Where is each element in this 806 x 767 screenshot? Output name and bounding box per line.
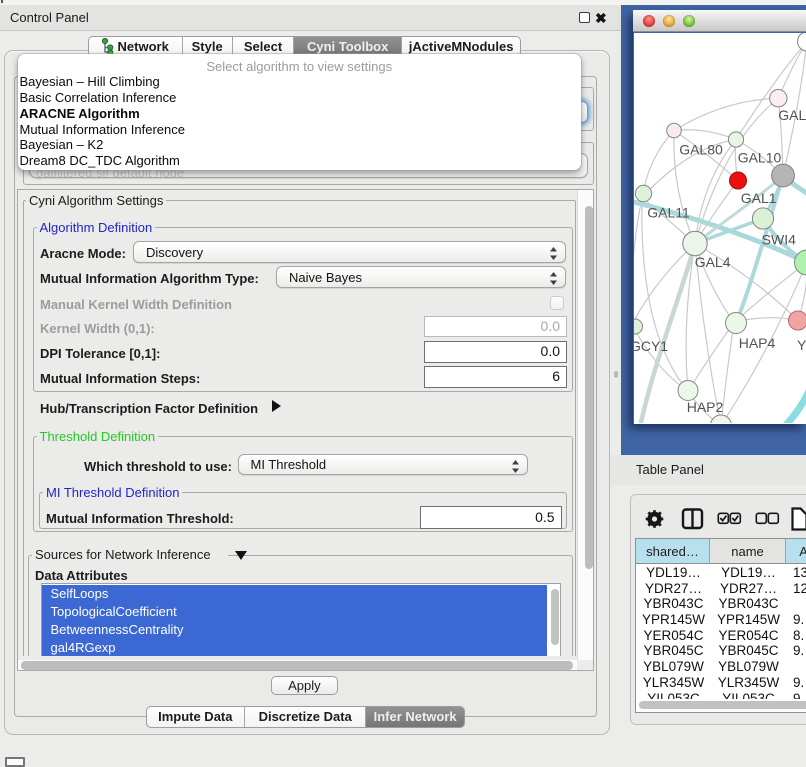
svg-text:GCY1: GCY1: [634, 338, 668, 354]
svg-text:GAL80: GAL80: [679, 141, 723, 157]
svg-text:HAP4: HAP4: [739, 335, 776, 351]
svg-text:GAL11: GAL11: [647, 204, 690, 220]
svg-text:GAL4: GAL4: [695, 254, 731, 270]
svg-text:GAL1: GAL1: [741, 190, 777, 206]
svg-text:YM: YM: [797, 337, 806, 353]
svg-text:HAP2: HAP2: [687, 399, 724, 415]
svg-text:GAL2: GAL2: [778, 107, 806, 123]
svg-text:GAL10: GAL10: [738, 149, 782, 165]
svg-text:SWI4: SWI4: [762, 231, 796, 247]
